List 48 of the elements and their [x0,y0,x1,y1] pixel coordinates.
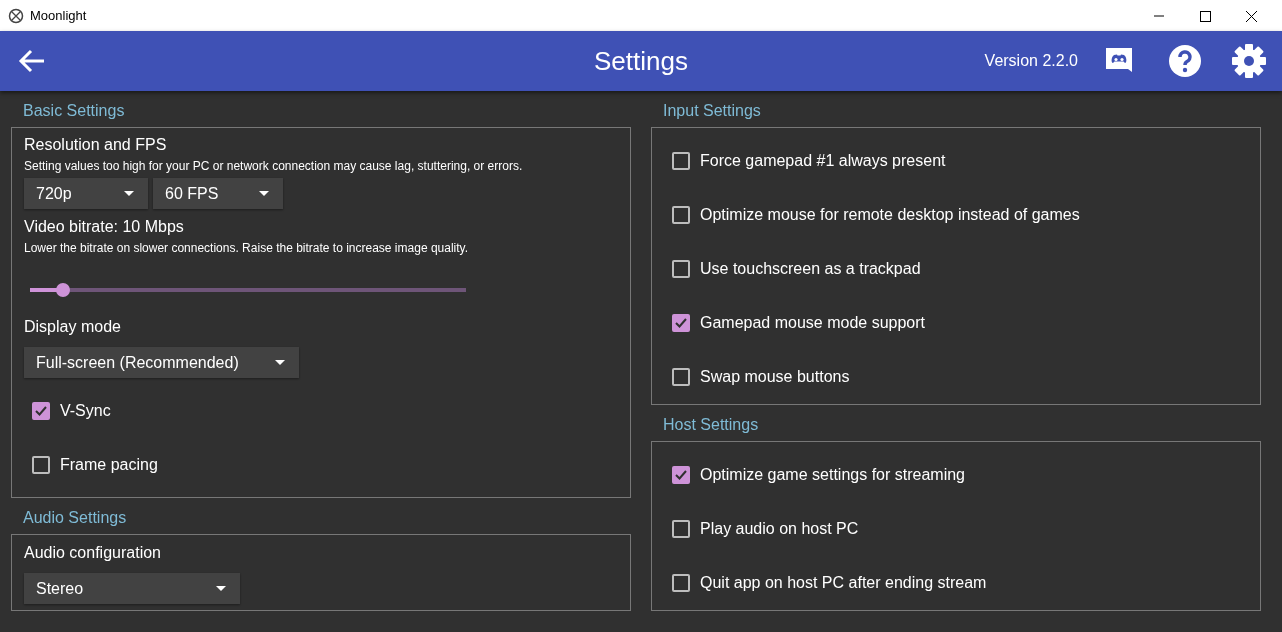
check-icon [34,404,48,418]
setting-description: Setting values too high for your PC or network connection may cause lag, stuttering, or errors. [24,159,524,173]
checkbox[interactable] [672,152,690,170]
checkbox[interactable] [672,314,690,332]
section-title: Audio Settings [23,509,127,526]
checkbox-label: Gamepad mouse mode support [700,314,925,332]
section-title: Host Settings [663,416,759,433]
page-title: Settings [594,45,688,76]
checkbox[interactable] [32,402,50,420]
section-title: Input Settings [663,102,761,119]
caret-icon [124,191,134,196]
dropdown[interactable]: 60 FPS [153,178,283,209]
caret-icon [216,586,226,591]
setting-description: Lower the bitrate on slower connections. Raise the bitrate to increase image quality. [24,241,470,255]
checkbox[interactable] [672,368,690,386]
check-icon [674,316,688,330]
setting-label: Video bitrate: 10 Mbps [24,217,185,237]
checkbox-label: Play audio on host PC [700,520,859,538]
checkbox[interactable] [672,574,690,592]
checkbox-label: Quit app on host PC after ending stream [700,574,987,592]
checkbox-label: Frame pacing [60,456,158,474]
checkbox-label: Optimize mouse for remote desktop instead of games [700,206,1080,224]
help-icon[interactable] [1168,44,1202,78]
checkbox-label: Swap mouse buttons [700,368,850,386]
checkbox-label: Force gamepad #1 always present [700,152,946,170]
checkbox-label: V-Sync [60,402,111,420]
slider-thumb[interactable] [56,283,71,297]
caret-icon [275,360,285,365]
checkbox[interactable] [672,260,690,278]
dropdown[interactable]: Full-screen (Recommended) [24,347,299,378]
dropdown[interactable]: Stereo [24,573,240,604]
setting-label: Resolution and FPS [24,135,168,155]
version-label: Version 2.2.0 [984,52,1078,70]
setting-label: Display mode [24,317,122,337]
checkbox[interactable] [672,520,690,538]
checkbox-label: Optimize game settings for streaming [700,466,965,484]
section-title: Basic Settings [23,102,125,119]
checkbox[interactable] [672,466,690,484]
setting-label: Audio configuration [24,543,162,563]
window-title: Moonlight [30,8,88,23]
checkbox-label: Use touchscreen as a trackpad [700,260,921,278]
dropdown[interactable]: 720p [24,178,148,209]
check-icon [674,468,688,482]
checkbox[interactable] [672,206,690,224]
settings-icon[interactable] [1232,44,1266,78]
app-icon [8,7,24,24]
checkbox[interactable] [32,456,50,474]
caret-icon [259,191,269,196]
